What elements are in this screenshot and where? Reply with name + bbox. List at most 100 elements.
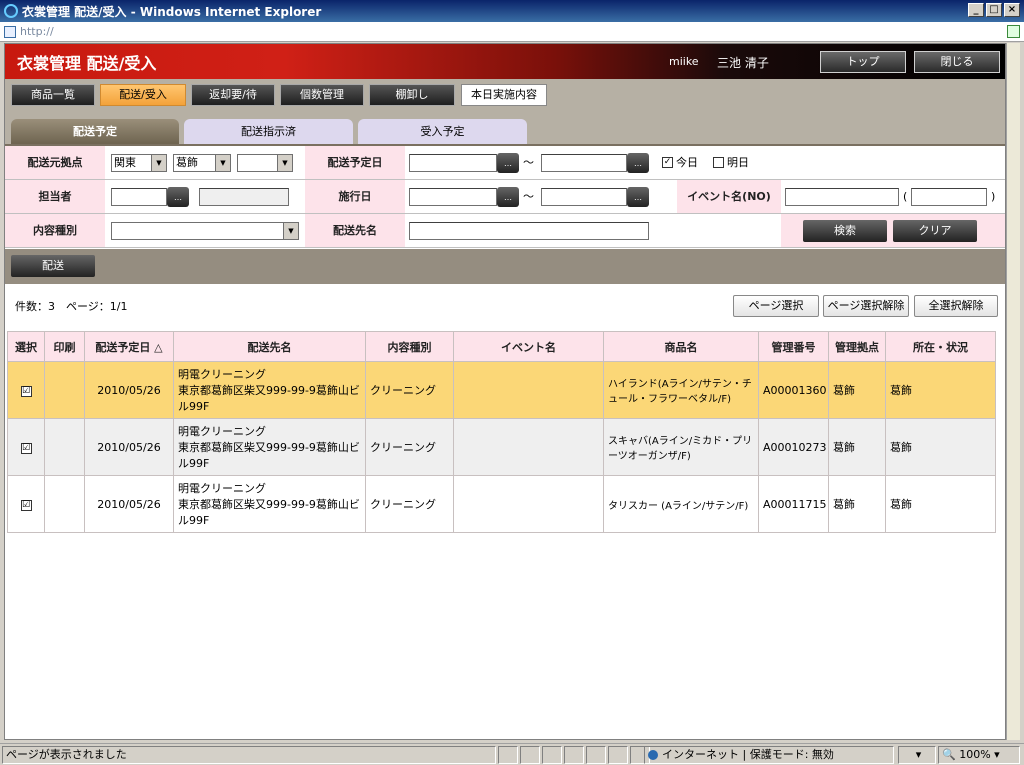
chevron-down-icon: ▼ xyxy=(283,223,298,239)
col-header-event: イベント名 xyxy=(453,331,604,362)
type-cell: クリーニング xyxy=(365,418,454,476)
table-row[interactable]: ☑ 2010/05/26 明電クリーニング 東京都葛飾区柴又999-99-9葛飾… xyxy=(7,418,996,476)
status-pane xyxy=(542,746,562,764)
menu-item-today[interactable]: 本日実施内容 xyxy=(461,84,547,106)
event-no-input[interactable] xyxy=(911,188,987,206)
base-cell: 葛飾 xyxy=(828,361,886,419)
event-date-label: 施行日 xyxy=(305,180,405,213)
product-cell: タリスカー (Aライン/サテン/F) xyxy=(603,475,759,533)
search-row-2: 担当者 … 施行日 … ～ … イベント名(NO) ( ) xyxy=(5,180,1005,214)
table-header-row: 選択 印刷 配送予定日 △ 配送先名 内容種別 イベント名 商品名 管理番号 管… xyxy=(7,331,996,362)
search-panel: 配送元拠点 関東 ▼ 葛飾 ▼ ▼ 配送予定日 … ～ … ✓ 今日 明日 担当者 … xyxy=(5,144,1005,249)
search-button[interactable]: 検索 xyxy=(803,220,887,242)
calendar-picker-icon[interactable]: … xyxy=(627,187,649,207)
print-cell xyxy=(44,361,85,419)
calendar-picker-icon[interactable]: … xyxy=(627,153,649,173)
content-type-select[interactable]: ▼ xyxy=(111,222,299,240)
col-header-select: 選択 xyxy=(7,331,45,362)
origin-base-select[interactable]: 葛飾 ▼ xyxy=(173,154,231,172)
row-checkbox[interactable]: ☑ xyxy=(20,500,32,511)
action-bar: 配送 xyxy=(5,249,1005,284)
origin-region-select[interactable]: 関東 ▼ xyxy=(111,154,167,172)
tab-receiving-scheduled[interactable]: 受入予定 xyxy=(358,119,527,144)
chevron-down-icon: ▼ xyxy=(215,155,230,171)
base-cell: 葛飾 xyxy=(828,475,886,533)
type-cell: クリーニング xyxy=(365,361,454,419)
delivery-date-label: 配送予定日 xyxy=(305,146,405,179)
maximize-button[interactable]: □ xyxy=(986,3,1002,17)
col-header-status: 所在・状況 xyxy=(885,331,996,362)
date-cell: 2010/05/26 xyxy=(84,418,174,476)
origin-extra-select[interactable]: ▼ xyxy=(237,154,293,172)
all-deselect-button[interactable]: 全選択解除 xyxy=(914,295,998,317)
col-header-destination: 配送先名 xyxy=(173,331,366,362)
protected-mode-icon[interactable]: ▾ xyxy=(898,746,936,764)
tomorrow-checkbox[interactable] xyxy=(713,157,724,168)
address-text: http:// xyxy=(20,25,54,38)
close-window-button[interactable]: × xyxy=(1004,3,1020,17)
staff-label: 担当者 xyxy=(5,180,105,213)
page-deselect-button[interactable]: ページ選択解除 xyxy=(823,295,909,317)
address-bar[interactable]: http:// xyxy=(0,22,1024,42)
table-row[interactable]: ☑ 2010/05/26 明電クリーニング 東京都葛飾区柴又999-99-9葛飾… xyxy=(7,475,996,533)
destination-input[interactable] xyxy=(409,222,649,240)
status-message: ページが表示されました xyxy=(2,746,496,764)
type-cell: クリーニング xyxy=(365,475,454,533)
base-cell: 葛飾 xyxy=(828,418,886,476)
event-cell xyxy=(453,361,604,419)
staff-name-field xyxy=(199,188,289,206)
close-button[interactable]: 閉じる xyxy=(914,51,1000,73)
table-row[interactable]: ☑ 2010/05/26 明電クリーニング 東京都葛飾区柴又999-99-9葛飾… xyxy=(7,361,996,419)
event-cell xyxy=(453,418,604,476)
menu-item-delivery[interactable]: 配送/受入 xyxy=(100,84,186,106)
row-checkbox[interactable]: ☑ xyxy=(20,443,32,454)
user-name: 三池 清子 xyxy=(717,56,769,70)
calendar-picker-icon[interactable]: … xyxy=(497,187,519,207)
col-header-date[interactable]: 配送予定日 △ xyxy=(84,331,174,362)
status-pane xyxy=(498,746,518,764)
staff-code-input[interactable] xyxy=(111,188,167,206)
window-title: 衣裳管理 配送/受入 - Windows Internet Explorer xyxy=(22,4,322,19)
col-header-code: 管理番号 xyxy=(758,331,829,362)
menu-item-quantity[interactable]: 個数管理 xyxy=(280,84,364,106)
vertical-scrollbar[interactable] xyxy=(1006,43,1020,740)
tab-delivery-scheduled[interactable]: 配送予定 xyxy=(11,119,179,144)
zoom-control[interactable]: 🔍 100% ▾ xyxy=(938,746,1020,764)
chevron-down-icon: ▾ xyxy=(994,748,1000,761)
today-checkbox[interactable]: ✓ xyxy=(662,157,673,168)
zoom-level: 100% xyxy=(959,748,991,761)
staff-picker-icon[interactable]: … xyxy=(167,187,189,207)
destination-cell: 明電クリーニング 東京都葛飾区柴又999-99-9葛飾山ビル99F xyxy=(173,475,366,533)
app-header: 衣裳管理 配送/受入 miike 三池 清子 トップ 閉じる xyxy=(5,44,1005,79)
delivery-table: 選択 印刷 配送予定日 △ 配送先名 内容種別 イベント名 商品名 管理番号 管… xyxy=(7,331,996,533)
calendar-picker-icon[interactable]: … xyxy=(497,153,519,173)
compat-view-icon[interactable] xyxy=(1007,25,1020,38)
event-name-input[interactable] xyxy=(785,188,899,206)
search-row-1: 配送元拠点 関東 ▼ 葛飾 ▼ ▼ 配送予定日 … ～ … ✓ 今日 明日 xyxy=(5,146,1005,180)
range-tilde: ～ xyxy=(523,156,534,169)
window-controls: _ □ × xyxy=(968,3,1020,17)
main-menu: 商品一覧 配送/受入 返却要/待 個数管理 棚卸し 本日実施内容 xyxy=(5,79,1005,115)
delivery-date-to-input[interactable] xyxy=(541,154,627,172)
clear-button[interactable]: クリア xyxy=(893,220,977,242)
menu-item-returns[interactable]: 返却要/待 xyxy=(191,84,275,106)
paren-open: ( xyxy=(903,190,908,203)
page-content: 衣裳管理 配送/受入 miike 三池 清子 トップ 閉じる 商品一覧 配送/受… xyxy=(4,43,1006,740)
event-date-to-input[interactable] xyxy=(541,188,627,206)
search-row-3: 内容種別 ▼ 配送先名 検索 クリア xyxy=(5,214,1005,248)
minimize-button[interactable]: _ xyxy=(968,3,984,17)
event-cell xyxy=(453,475,604,533)
menu-item-inventory[interactable]: 棚卸し xyxy=(369,84,455,106)
security-zone[interactable]: インターネット | 保護モード: 無効 xyxy=(644,746,894,764)
delivery-date-from-input[interactable] xyxy=(409,154,497,172)
tab-delivery-instructed[interactable]: 配送指示済 xyxy=(184,119,353,144)
deliver-button[interactable]: 配送 xyxy=(11,255,95,277)
top-button[interactable]: トップ xyxy=(820,51,906,73)
destination-label: 配送先名 xyxy=(305,214,405,247)
row-checkbox[interactable]: ☑ xyxy=(20,386,32,397)
menu-item-product-list[interactable]: 商品一覧 xyxy=(11,84,95,106)
event-date-from-input[interactable] xyxy=(409,188,497,206)
product-cell: ハイランド(Aライン/サテン・チュール・フラワーベタル/F) xyxy=(603,361,759,419)
page-select-button[interactable]: ページ選択 xyxy=(733,295,819,317)
status-cell: 葛飾 xyxy=(885,361,996,419)
